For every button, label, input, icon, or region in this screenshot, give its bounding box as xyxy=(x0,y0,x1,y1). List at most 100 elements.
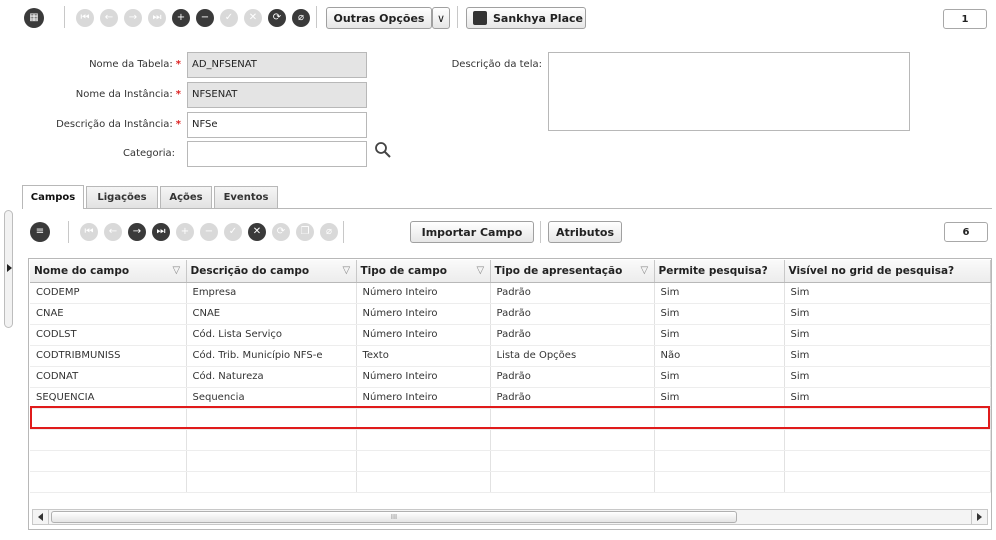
search-icon[interactable] xyxy=(374,141,394,161)
filter-icon[interactable]: ▽ xyxy=(173,265,183,276)
minus-icon: − xyxy=(200,12,210,23)
col-header-tipo-apresentacao[interactable]: Tipo de apresentação ▽ xyxy=(490,260,655,283)
table-cell xyxy=(186,429,357,451)
filter-icon[interactable]: ▽ xyxy=(641,265,651,276)
last-record-button[interactable]: ⏭ xyxy=(148,9,166,27)
toolbar-separator xyxy=(316,6,317,28)
check-icon: ✓ xyxy=(228,226,238,237)
table-cell: Empresa xyxy=(186,282,357,304)
filter-icon[interactable]: ▽ xyxy=(343,265,353,276)
outras-opcoes-label: Outras Opções xyxy=(333,11,425,25)
descricao-tela-label: Descrição da tela: xyxy=(380,59,542,70)
next-record-button[interactable]: → xyxy=(124,9,142,27)
sankhya-place-button[interactable]: Sankhya Place xyxy=(466,7,586,29)
grid-first-button[interactable]: ⏮ xyxy=(80,223,98,241)
horizontal-scrollbar[interactable]: III xyxy=(32,509,988,525)
table-row[interactable]: CODLST Cód. Lista Serviço Número Inteiro Pa… xyxy=(30,324,991,346)
table-cell: Sim xyxy=(784,387,991,409)
add-button[interactable]: + xyxy=(172,9,190,27)
outras-opcoes-button[interactable]: Outras Opções xyxy=(326,7,432,29)
tab-eventos-label: Eventos xyxy=(223,192,269,203)
remove-button[interactable]: − xyxy=(196,9,214,27)
scroll-left-button[interactable] xyxy=(33,510,49,524)
tab-acoes[interactable]: Ações xyxy=(160,186,212,208)
col-header-permite-pesquisa[interactable]: Permite pesquisa? xyxy=(654,260,785,283)
confirm-button[interactable]: ✓ xyxy=(220,9,238,27)
nome-instancia-label-text: Nome da Instância: xyxy=(75,89,173,100)
arrow-right-icon: → xyxy=(132,226,142,237)
table-row[interactable]: CODNAT Cód. Natureza Número Inteiro Padrão S… xyxy=(30,366,991,388)
tab-ligacoes[interactable]: Ligações xyxy=(86,186,158,208)
grid-add-button[interactable]: + xyxy=(176,223,194,241)
table-row[interactable]: CODEMP Empresa Número Inteiro Padrão Sim Sim xyxy=(30,282,991,304)
table-cell: Sim xyxy=(784,345,991,367)
grid-confirm-button[interactable]: ✓ xyxy=(224,223,242,241)
grid-next-button[interactable]: → xyxy=(128,223,146,241)
grid-refresh-button[interactable]: ⟳ xyxy=(272,223,290,241)
col-header-label: Visível no grid de pesquisa? xyxy=(788,264,955,277)
collapse-arrow-icon[interactable] xyxy=(7,264,12,272)
cancel-button[interactable]: ✕ xyxy=(244,9,262,27)
grid-record-counter: 6 xyxy=(944,222,988,242)
grid-toolbar-separator xyxy=(540,221,541,243)
record-counter-value: 1 xyxy=(961,13,969,25)
arrow-left-icon: ← xyxy=(104,12,114,23)
descricao-instancia-label: Descrição da Instância: * xyxy=(0,119,181,130)
first-record-button[interactable]: ⏮ xyxy=(76,9,94,27)
refresh-button[interactable]: ⟳ xyxy=(268,9,286,27)
table-row[interactable]: CODTRIBMUNISS Cód. Trib. Município NFS-e T… xyxy=(30,345,991,367)
table-cell: Sim xyxy=(654,303,785,325)
tab-eventos[interactable]: Eventos xyxy=(214,186,278,208)
grid-remove-button[interactable]: − xyxy=(200,223,218,241)
grid-icon: ▦ xyxy=(29,12,39,23)
arrow-left-icon: ← xyxy=(108,226,118,237)
grid-attach-button[interactable]: ⌀ xyxy=(320,223,338,241)
outras-opcoes-dropdown[interactable]: ∨ xyxy=(432,7,450,29)
grid-copy-button[interactable]: ❐ xyxy=(296,223,314,241)
col-header-descricao-campo[interactable]: Descrição do campo ▽ xyxy=(186,260,357,283)
table-cell xyxy=(30,408,187,430)
attach-button[interactable]: ⌀ xyxy=(292,9,310,27)
table-row-empty xyxy=(30,408,991,430)
col-header-tipo-campo[interactable]: Tipo de campo ▽ xyxy=(356,260,491,283)
scroll-right-button[interactable] xyxy=(971,510,987,524)
tab-campos-label: Campos xyxy=(30,192,76,203)
grid-menu-button[interactable]: ▦ xyxy=(24,8,44,28)
table-cell xyxy=(784,408,991,430)
arrow-right-icon xyxy=(977,513,982,521)
table-row[interactable]: CNAE CNAE Número Inteiro Padrão Sim Sim xyxy=(30,303,991,325)
scroll-thumb[interactable]: III xyxy=(51,511,737,523)
table-cell xyxy=(30,471,187,493)
previous-record-button[interactable]: ← xyxy=(100,9,118,27)
plus-icon: + xyxy=(180,226,190,237)
table-cell: Sim xyxy=(784,366,991,388)
col-header-nome-campo[interactable]: Nome do campo ▽ xyxy=(30,260,187,283)
table-cell xyxy=(784,429,991,451)
check-icon: ✓ xyxy=(224,12,234,23)
grid-options-button[interactable]: ≡ xyxy=(30,222,50,242)
table-cell: Sim xyxy=(654,366,785,388)
categoria-field[interactable] xyxy=(187,141,367,167)
table-row-highlighted[interactable]: SEQUENCIA Sequencia Número Inteiro Padrão Si… xyxy=(30,387,991,409)
filter-icon[interactable]: ▽ xyxy=(477,265,487,276)
col-header-visivel-grid[interactable]: Visível no grid de pesquisa? xyxy=(784,260,991,283)
tab-campos[interactable]: Campos xyxy=(22,185,84,209)
descricao-instancia-field[interactable]: NFSe xyxy=(187,112,367,138)
grid-cancel-button[interactable]: ✕ xyxy=(248,223,266,241)
close-icon: ✕ xyxy=(248,12,258,23)
arrow-right-icon: → xyxy=(128,12,138,23)
importar-campo-button[interactable]: Importar Campo xyxy=(410,221,534,243)
table-cell xyxy=(356,429,491,451)
table-cell xyxy=(654,408,785,430)
grid-last-button[interactable]: ⏭ xyxy=(152,223,170,241)
first-icon: ⏮ xyxy=(80,12,90,23)
copy-icon: ❐ xyxy=(300,226,310,237)
refresh-icon: ⟳ xyxy=(276,226,286,237)
atributos-button[interactable]: Atributos xyxy=(548,221,622,243)
descricao-tela-textarea[interactable] xyxy=(548,52,910,131)
table-cell: Padrão xyxy=(490,387,655,409)
importar-campo-label: Importar Campo xyxy=(421,225,523,239)
record-counter: 1 xyxy=(943,9,987,29)
table-cell xyxy=(30,450,187,472)
grid-previous-button[interactable]: ← xyxy=(104,223,122,241)
